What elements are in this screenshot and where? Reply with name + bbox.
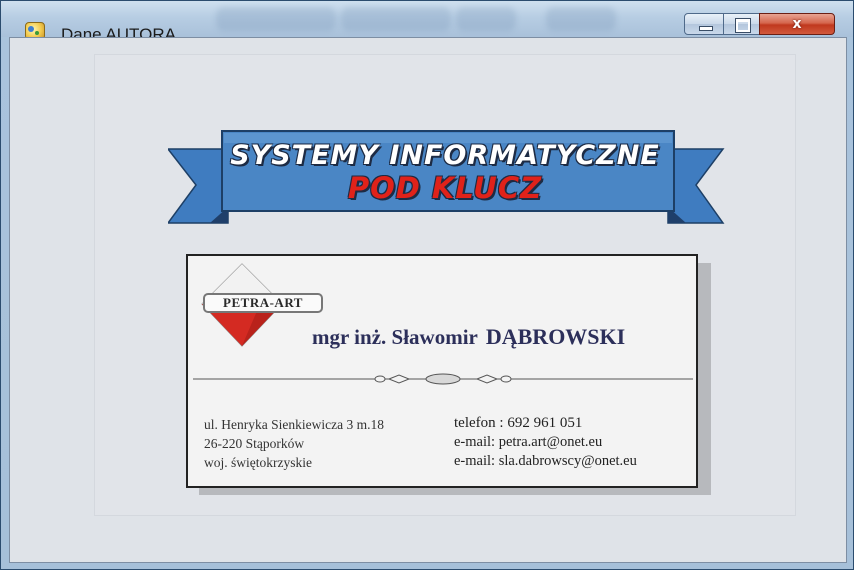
maximize-icon <box>724 14 759 34</box>
contact-email-1: e-mail: petra.art@onet.eu <box>454 434 603 450</box>
banner-subtitle: POD KLUCZ <box>347 171 543 205</box>
contact-email-2: e-mail: sla.dabrowscy@onet.eu <box>454 453 637 469</box>
ornament-divider <box>193 370 693 393</box>
close-button[interactable]: x <box>759 13 835 35</box>
address-street: ul. Henryka Sienkiewicza 3 m.18 <box>204 417 384 432</box>
minimize-button[interactable] <box>684 13 724 35</box>
banner-title: SYSTEMY INFORMATYCZNE <box>230 140 660 171</box>
close-icon: x <box>792 16 802 32</box>
contact-phone: telefon : 692 961 051 <box>454 415 583 431</box>
person-name: mgr inż. Sławomir DĄBROWSKI <box>312 324 672 350</box>
logo-label: PETRA-ART <box>203 293 323 313</box>
maximize-button[interactable] <box>723 13 760 35</box>
contact-block: telefon : 692 961 051 e-mail: petra.art@… <box>454 414 637 471</box>
address-city: 26-220 Stąporków <box>204 436 305 451</box>
address-block: ul. Henryka Sienkiewicza 3 m.18 26-220 S… <box>204 415 384 472</box>
person-surname: DĄBROWSKI <box>485 324 626 349</box>
person-prefix: mgr inż. Sławomir <box>312 325 478 349</box>
address-region: woj. świętokrzyskie <box>204 455 312 470</box>
minimize-icon <box>685 14 723 34</box>
